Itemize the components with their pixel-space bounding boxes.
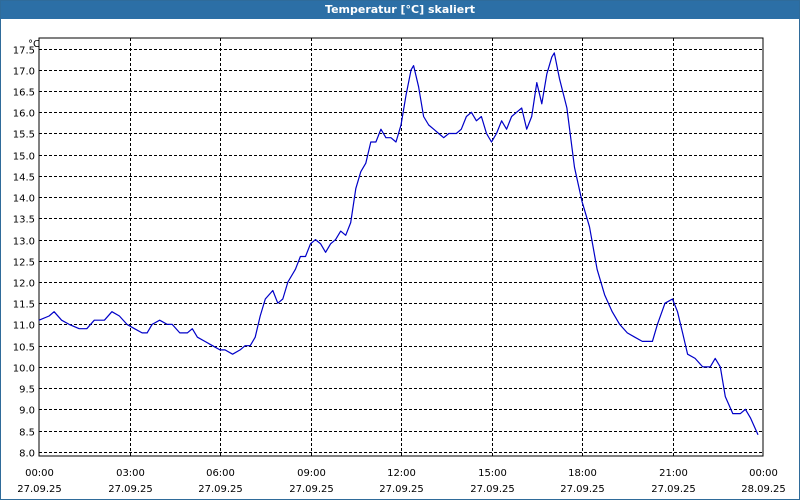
x-tick-time-label: 18:00 [568,468,597,479]
x-tick-time-label: 21:00 [659,468,688,479]
y-tick-label: 13.5 [13,215,35,226]
grid [39,38,763,456]
y-axis: 8.0 8.5 9.0 9.5 10.0 10.5 11.0 11.5 12.0 12.5 13.0… [13,46,35,460]
x-tick-time-label: 03:00 [116,468,145,479]
x-tick-date-label: 27.09.25 [17,484,62,495]
y-tick-label: 9.0 [19,406,35,417]
line-chart: 8.0 8.5 9.0 9.5 10.0 10.5 11.0 11.5 12.0 12.5 13.0… [13,37,786,495]
x-tick-time-label: 00:00 [749,468,778,479]
x-tick-date-label: 27.09.25 [108,484,153,495]
x-tick-date-label: 27.09.25 [560,484,605,495]
y-tick-label: 14.5 [13,173,35,184]
y-tick-label: 15.5 [13,130,35,141]
x-tick-time-label: 15:00 [478,468,507,479]
x-tick-date-label: 27.09.25 [198,484,243,495]
x-tick-date-label: 28.09.25 [741,484,786,495]
x-tick-date-label: 27.09.25 [651,484,696,495]
y-tick-label: 17.0 [13,67,35,78]
y-tick-label: 12.0 [13,279,35,290]
x-axis: 00:00 27.09.25 03:00 27.09.25 06:00 27.09.25 0… [17,468,786,495]
x-tick-date-label: 27.09.25 [289,484,334,495]
y-tick-label: 14.0 [13,194,35,205]
y-tick-label: 10.0 [13,364,35,375]
y-tick-label: 15.0 [13,152,35,163]
y-tick-label: 8.0 [19,449,35,460]
y-tick-label: 16.5 [13,88,35,99]
x-tick-time-label: 00:00 [25,468,54,479]
y-tick-label: 11.0 [13,321,35,332]
y-tick-label: 13.0 [13,237,35,248]
y-tick-label: 10.5 [13,343,35,354]
y-tick-label: 11.5 [13,300,35,311]
temperature-line [38,52,759,436]
y-tick-label: 9.5 [19,385,35,396]
x-tick-date-label: 27.09.25 [379,484,424,495]
y-tick-label: 8.5 [19,428,35,439]
chart-window: Temperatur [°C] skaliert 8.0 8.5 9.0 9.5 10.… [0,0,800,500]
x-tick-time-label: 09:00 [297,468,326,479]
window-title: Temperatur [°C] skaliert [1,1,799,19]
y-axis-unit: °C [28,39,40,50]
x-tick-time-label: 12:00 [387,468,416,479]
series [38,52,759,436]
x-tick-date-label: 27.09.25 [470,484,515,495]
y-tick-label: 16.0 [13,109,35,120]
x-tick-time-label: 06:00 [206,468,235,479]
y-tick-label: 12.5 [13,258,35,269]
